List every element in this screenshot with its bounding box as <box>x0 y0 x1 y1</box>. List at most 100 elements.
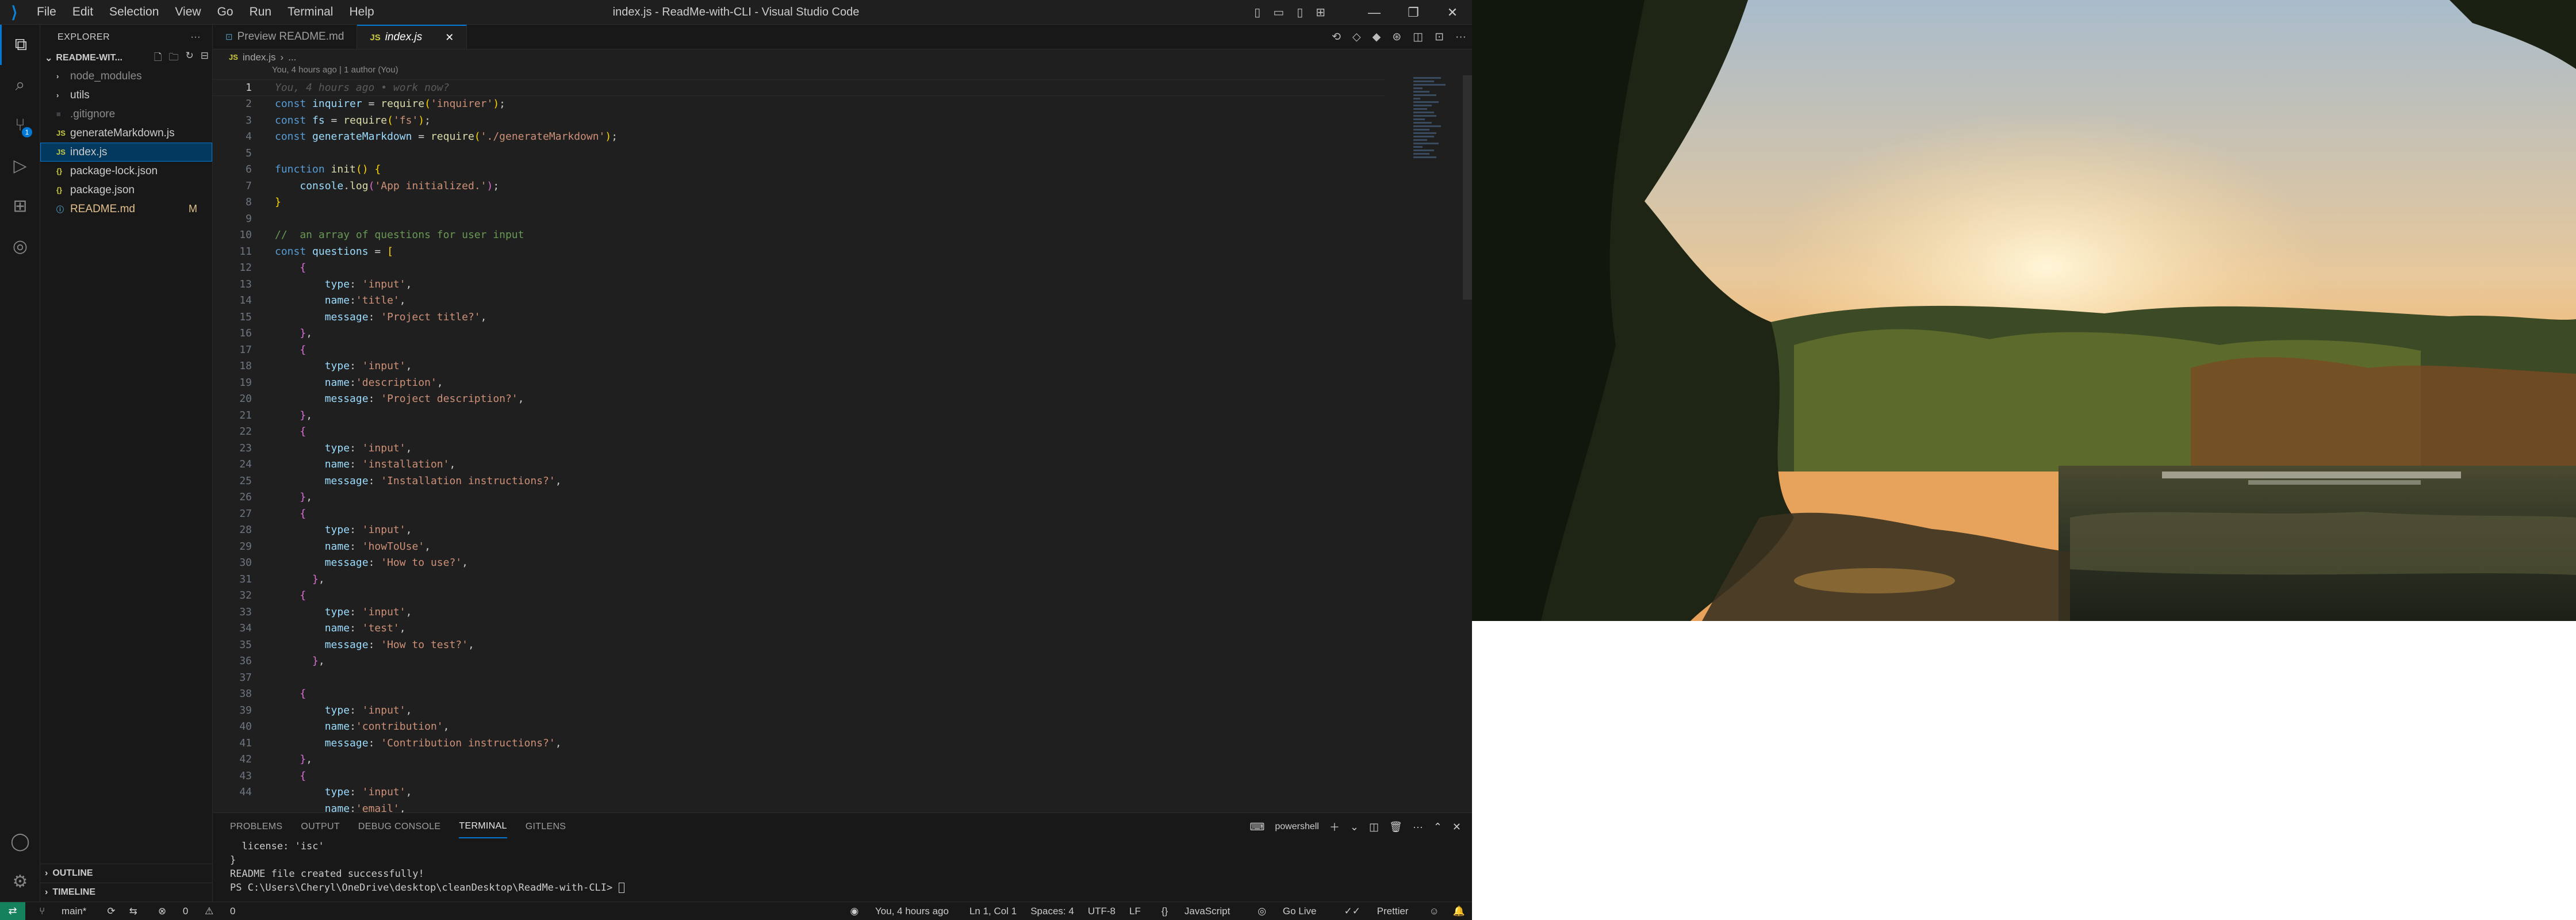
tree-item-generatemarkdown[interactable]: JS generateMarkdown.js <box>40 124 212 143</box>
run-debug-icon[interactable]: ▷ <box>0 145 40 186</box>
menu-selection[interactable]: Selection <box>101 5 167 19</box>
prettier-status[interactable]: ✓✓ Prettier <box>1330 906 1422 917</box>
encoding[interactable]: UTF-8 <box>1081 906 1122 917</box>
breadcrumb-more[interactable]: ... <box>288 52 296 63</box>
search-icon[interactable]: ⌕ <box>0 65 40 105</box>
toggle-secondary-sidebar-icon[interactable]: ▯ <box>1290 5 1309 20</box>
next-change-icon[interactable]: ◆ <box>1367 30 1387 44</box>
collapse-all-icon[interactable]: ⊟ <box>197 50 212 67</box>
code-line: 27 { <box>213 505 1386 522</box>
project-root[interactable]: ⌄ README-WIT... 🗋 🗀 ↻ ⊟ <box>40 49 212 67</box>
more-actions-icon[interactable]: ··· <box>1408 821 1428 833</box>
minimize-button[interactable]: — <box>1355 5 1394 20</box>
remote-indicator-icon[interactable]: ⇄ <box>0 902 25 920</box>
js-file-icon: JS <box>56 129 66 137</box>
error-icon: ⊗ <box>158 905 169 917</box>
gitlens-icon[interactable]: ◎ <box>0 226 40 266</box>
tree-item-index-js[interactable]: JS index.js <box>40 143 212 162</box>
more-actions-icon[interactable]: ··· <box>1450 31 1472 44</box>
timeline-label: TIMELINE <box>52 887 95 897</box>
tree-item-package-lock[interactable]: {} package-lock.json <box>40 162 212 181</box>
vertical-scrollbar[interactable] <box>1463 75 1472 300</box>
code-line: 3 const fs = require('fs'); <box>213 112 1386 129</box>
open-changes-icon[interactable]: ⊡ <box>1429 30 1450 44</box>
trash-icon[interactable]: 🗑 <box>1384 821 1408 833</box>
tab-debug-console[interactable]: DEBUG CONSOLE <box>358 816 441 838</box>
menu-terminal[interactable]: Terminal <box>279 5 341 19</box>
accounts-icon[interactable]: ◯ <box>0 821 40 861</box>
code-line: 41 message: 'Contribution instructions?'… <box>213 735 1386 752</box>
refresh-icon[interactable]: ↻ <box>182 50 197 67</box>
previous-change-icon[interactable]: ◇ <box>1347 30 1367 44</box>
tree-item-readme[interactable]: ⓘ README.md M <box>40 200 212 218</box>
toggle-primary-sidebar-icon[interactable]: ▯ <box>1248 5 1267 20</box>
minimap[interactable] <box>1413 75 1459 202</box>
language-mode[interactable]: {} JavaScript <box>1148 906 1244 917</box>
tree-item-gitignore[interactable]: ≡ .gitignore <box>40 105 212 124</box>
menu-go[interactable]: Go <box>209 5 241 19</box>
tab-gitlens[interactable]: GITLENS <box>526 816 566 838</box>
line-number: 12 <box>239 262 252 274</box>
maximize-panel-icon[interactable]: ⌃ <box>1428 821 1447 833</box>
tab-output[interactable]: OUTPUT <box>301 816 340 838</box>
js-file-icon: JS <box>56 148 66 156</box>
customize-layout-icon[interactable]: ⊞ <box>1309 5 1332 20</box>
tree-item-package-json[interactable]: {} package.json <box>40 181 212 200</box>
new-terminal-icon[interactable]: ＋ <box>1324 819 1345 834</box>
menu-edit[interactable]: Edit <box>64 5 101 19</box>
tab-preview-readme[interactable]: ⊡ Preview README.md <box>213 25 358 49</box>
breadcrumb-file[interactable]: index.js <box>243 52 276 63</box>
extensions-icon[interactable]: ⊞ <box>0 186 40 226</box>
line-number: 3 <box>246 114 252 126</box>
menu-help[interactable]: Help <box>341 5 382 19</box>
file-tree: › node_modules › utils ≡ .gitignore JS g… <box>40 67 212 218</box>
split-terminal-icon[interactable]: ◫ <box>1364 821 1384 833</box>
explorer-icon[interactable]: ⧉ <box>0 25 40 65</box>
tab-terminal[interactable]: TERMINAL <box>459 815 507 838</box>
branch-indicator[interactable]: ⑂ main* <box>25 906 100 917</box>
go-live-button[interactable]: ◎ Go Live <box>1244 906 1330 917</box>
tab-problems[interactable]: PROBLEMS <box>230 816 282 838</box>
outline-section[interactable]: › OUTLINE <box>40 864 213 883</box>
tree-item-utils[interactable]: › utils <box>40 86 212 105</box>
gitlens-compare-icon[interactable]: ⊛ <box>1386 30 1407 44</box>
menu-file[interactable]: File <box>29 5 64 19</box>
close-panel-icon[interactable]: ✕ <box>1447 821 1466 833</box>
new-folder-icon[interactable]: 🗀 <box>166 50 182 67</box>
codelens-blame[interactable]: You, 4 hours ago | 1 author (You) <box>213 65 1472 79</box>
chevron-down-icon[interactable]: ⌄ <box>1345 821 1364 833</box>
new-file-icon[interactable]: 🗋 <box>151 50 166 67</box>
tab-index-js[interactable]: JS index.js ✕ <box>357 25 467 49</box>
cursor-position[interactable]: Ln 1, Col 1 <box>963 906 1023 917</box>
manage-gear-icon[interactable]: ⚙ <box>0 861 40 902</box>
source-control-icon[interactable]: ⑂ 1 <box>0 105 40 145</box>
live-share-icon[interactable]: ⇆ <box>122 906 144 917</box>
tree-item-node-modules[interactable]: › node_modules <box>40 67 212 86</box>
menu-view[interactable]: View <box>167 5 209 19</box>
more-actions-icon[interactable]: ··· <box>191 32 201 43</box>
timeline-history-icon[interactable]: ⟲ <box>1326 30 1347 44</box>
feedback-icon[interactable]: ☺ <box>1422 906 1446 917</box>
shell-name[interactable]: powershell <box>1270 822 1324 832</box>
code-line: 1 You, 4 hours ago • work now? <box>213 79 1386 96</box>
menu-run[interactable]: Run <box>241 5 280 19</box>
code-text: name:'description', <box>324 376 443 389</box>
terminal-output[interactable]: license: 'isc' } README file created suc… <box>213 841 1472 896</box>
toggle-panel-icon[interactable]: ▭ <box>1267 5 1290 20</box>
timeline-section[interactable]: › TIMELINE <box>40 883 213 902</box>
preview-icon: ⊡ <box>225 32 233 42</box>
line-number: 31 <box>239 573 252 585</box>
sync-icon[interactable]: ⟳ <box>100 906 122 917</box>
code-text: { <box>300 769 306 782</box>
close-window-button[interactable]: ✕ <box>1433 5 1472 20</box>
notifications-bell-icon[interactable]: 🔔 <box>1446 906 1472 917</box>
maximize-button[interactable]: ❐ <box>1394 5 1433 20</box>
status-blame[interactable]: ◉ You, 4 hours ago <box>836 906 963 917</box>
line-number: 18 <box>239 360 252 373</box>
close-tab-icon[interactable]: ✕ <box>445 32 454 44</box>
code-editor[interactable]: 1 You, 4 hours ago • work now? 2 const inq… <box>213 79 1386 815</box>
end-of-line[interactable]: LF <box>1122 906 1148 917</box>
problems-indicator[interactable]: ⊗ 0 ⚠ 0 <box>144 906 250 917</box>
indentation[interactable]: Spaces: 4 <box>1023 906 1081 917</box>
split-editor-icon[interactable]: ◫ <box>1407 30 1429 44</box>
